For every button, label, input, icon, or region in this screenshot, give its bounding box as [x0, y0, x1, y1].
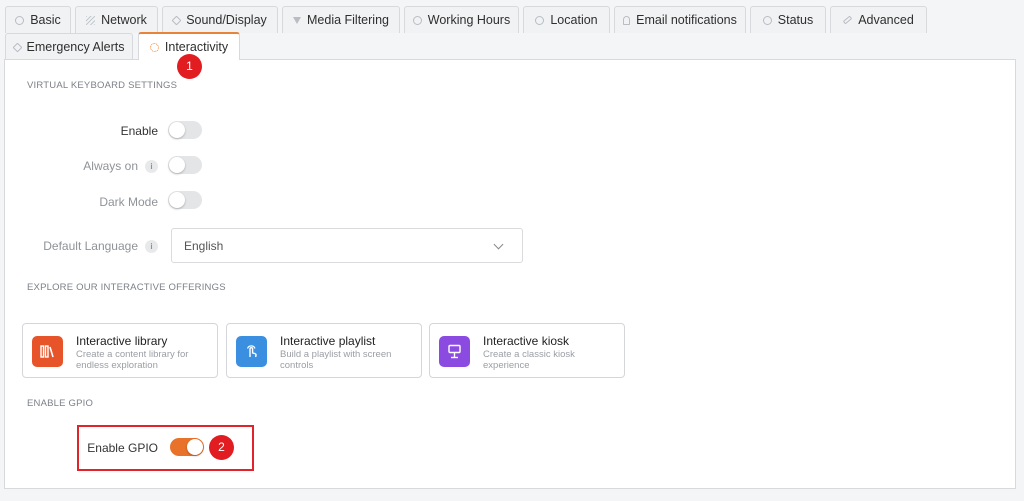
default-language-select[interactable]: English [171, 228, 523, 263]
tab-label: Advanced [858, 13, 914, 27]
filter-icon [293, 16, 301, 24]
tab-advanced[interactable]: Advanced [830, 6, 927, 33]
tab-email-notifications[interactable]: Email notifications [614, 6, 746, 33]
always-on-label: Always on i [18, 159, 158, 174]
touch-icon [236, 336, 267, 367]
tab-label: Interactivity [164, 40, 229, 54]
offerings-section-title: EXPLORE OUR INTERACTIVE OFFERINGS [27, 282, 226, 293]
toggle-knob [169, 192, 185, 208]
clock-icon [412, 15, 422, 25]
alert-icon [12, 42, 22, 52]
gpio-section-title: ENABLE GPIO [27, 398, 94, 409]
wrench-icon [842, 15, 853, 25]
interactive-kiosk-card[interactable]: Interactive kiosk Create a classic kiosk… [429, 323, 625, 378]
enable-gpio-toggle[interactable] [170, 438, 204, 456]
enable-gpio-label: Enable GPIO [87, 441, 158, 455]
interactive-library-card[interactable]: Interactive library Create a content lib… [22, 323, 218, 378]
card-title: Interactive playlist [280, 334, 376, 348]
tab-label: Working Hours [427, 13, 511, 27]
selected-language: English [184, 238, 224, 253]
annotation-marker-2: 2 [209, 435, 234, 460]
speaker-icon [171, 15, 182, 25]
toggle-knob [169, 122, 185, 138]
enable-keyboard-toggle[interactable] [168, 121, 202, 139]
tab-emergency-alerts[interactable]: Emergency Alerts [5, 33, 133, 60]
card-title: Interactive kiosk [483, 334, 570, 348]
toggle-knob [169, 157, 185, 173]
tab-label: Sound/Display [186, 13, 267, 27]
interactive-playlist-card[interactable]: Interactive playlist Build a playlist wi… [226, 323, 422, 378]
kiosk-icon [439, 336, 470, 367]
compass-icon [535, 15, 545, 25]
sun-icon [149, 42, 159, 52]
enable-keyboard-label: Enable [120, 124, 158, 138]
tab-label: Basic [30, 13, 61, 27]
info-icon [15, 15, 25, 25]
annotation-marker-1: 1 [177, 54, 202, 79]
card-description: Create a content library for endless exp… [76, 349, 189, 371]
bell-icon [623, 15, 631, 25]
tab-basic[interactable]: Basic [5, 6, 71, 33]
books-icon [32, 336, 63, 367]
tab-status[interactable]: Status [750, 6, 826, 33]
default-language-label: Default Language i [18, 239, 158, 254]
info-icon: i [145, 160, 158, 174]
toggle-knob [187, 439, 203, 455]
tab-working-hours[interactable]: Working Hours [404, 6, 519, 33]
dark-mode-label: Dark Mode [99, 195, 158, 209]
card-description: Build a playlist with screen controls [280, 349, 392, 371]
virtual-keyboard-section-title: VIRTUAL KEYBOARD SETTINGS [27, 80, 178, 91]
info-icon: i [145, 240, 158, 254]
card-title: Interactive library [76, 334, 168, 348]
always-on-toggle[interactable] [168, 156, 202, 174]
tab-label: Emergency Alerts [26, 40, 125, 54]
chevron-down-icon [493, 239, 504, 250]
tab-network[interactable]: Network [75, 6, 158, 33]
default-language-text: Default Language [43, 239, 138, 253]
tab-location[interactable]: Location [523, 6, 610, 33]
tab-label: Status [777, 13, 814, 27]
tab-label: Media Filtering [307, 13, 389, 27]
dark-mode-toggle[interactable] [168, 191, 202, 209]
tab-label: Location [550, 13, 598, 27]
card-description: Create a classic kiosk experience [483, 349, 575, 371]
tab-label: Network [101, 13, 147, 27]
tab-media-filtering[interactable]: Media Filtering [282, 6, 400, 33]
circle-icon [762, 15, 772, 25]
tab-label: Email notifications [636, 13, 737, 27]
tab-sound-display[interactable]: Sound/Display [162, 6, 278, 33]
always-on-text: Always on [83, 159, 138, 173]
wifi-icon [86, 15, 96, 25]
